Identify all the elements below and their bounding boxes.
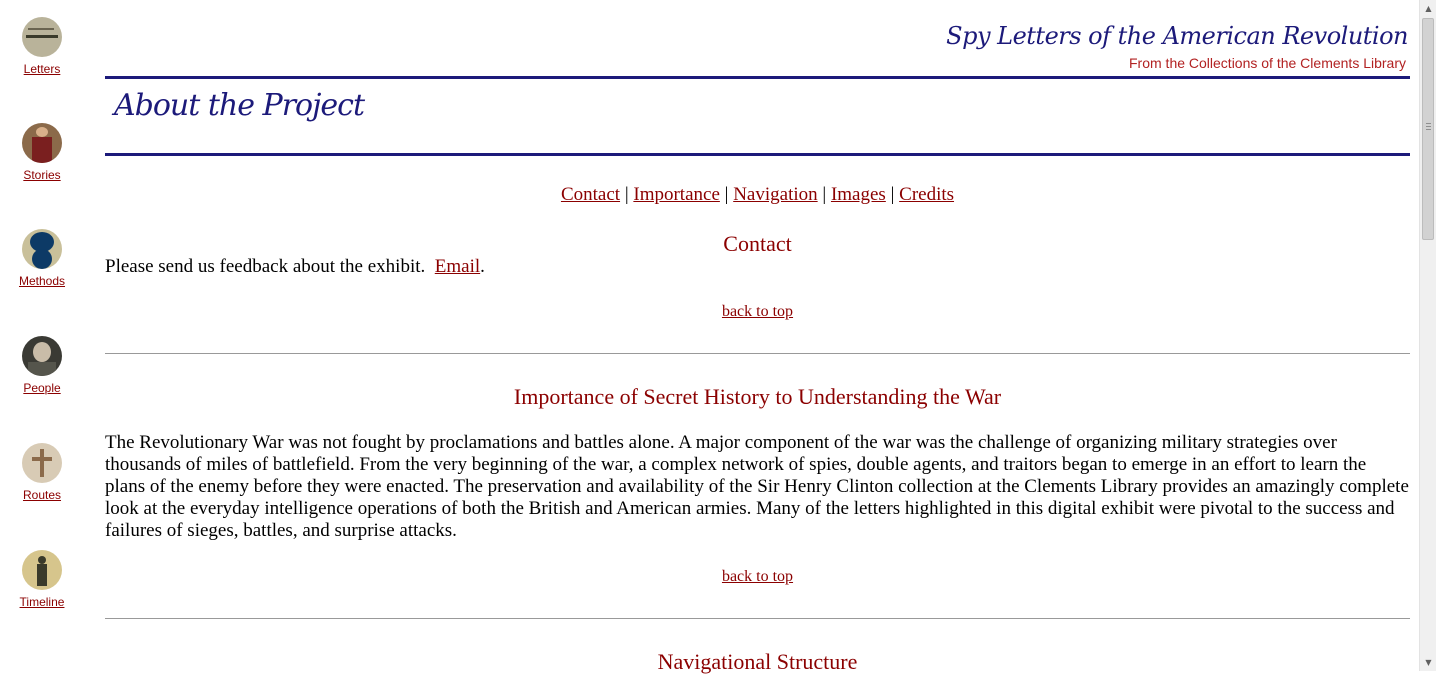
sidebar-item-letters[interactable]: Letters	[0, 17, 84, 76]
nav-link-importance[interactable]: Importance	[633, 184, 720, 205]
header-rule-bottom	[105, 153, 1410, 156]
sidebar-item-stories[interactable]: Stories	[0, 123, 84, 182]
back-to-top-1: back to top	[105, 303, 1410, 321]
importance-heading: Importance of Secret History to Understa…	[513, 384, 1002, 409]
grip-line	[1426, 123, 1431, 124]
sidebar-item-timeline[interactable]: Timeline	[0, 550, 84, 609]
nav-separator: |	[624, 184, 629, 205]
nav-separator: |	[822, 184, 827, 205]
nav-separator: |	[724, 184, 729, 205]
contact-paragraph: Please send us feedback about the exhibi…	[105, 256, 1410, 278]
banner-title[interactable]: Spy Letters of the American Revolution	[946, 22, 1408, 50]
timeline-thumbnail-icon[interactable]	[22, 550, 62, 590]
section-divider	[105, 618, 1410, 619]
section-divider	[105, 353, 1410, 354]
grip-line	[1426, 126, 1431, 127]
banner-subtitle: From the Collections of the Clements Lib…	[1129, 55, 1406, 71]
routes-thumbnail-icon[interactable]	[22, 443, 62, 483]
contact-text: Please send us feedback about the exhibi…	[105, 256, 426, 277]
vertical-scrollbar[interactable]: ▲ ▼	[1419, 0, 1436, 671]
page-title: About the Project	[114, 88, 365, 123]
contact-heading: Contact	[723, 231, 792, 256]
header-rule-top	[105, 76, 1410, 79]
grip-line	[1426, 129, 1431, 130]
site-banner[interactable]: Spy Letters of the American Revolution F…	[920, 12, 1412, 78]
back-to-top-link[interactable]: back to top	[722, 568, 793, 585]
stories-thumbnail-icon[interactable]	[22, 123, 62, 163]
email-link[interactable]: Email	[435, 256, 480, 277]
sidebar-link-stories[interactable]: Stories	[0, 168, 84, 182]
sidebar-link-timeline[interactable]: Timeline	[0, 595, 84, 609]
nav-link-contact[interactable]: Contact	[561, 184, 620, 205]
sidebar-link-methods[interactable]: Methods	[0, 274, 84, 288]
sidebar-link-letters[interactable]: Letters	[0, 62, 84, 76]
methods-thumbnail-icon[interactable]	[22, 229, 62, 269]
sidebar-link-routes[interactable]: Routes	[0, 488, 84, 502]
nav-link-navigation[interactable]: Navigation	[733, 184, 817, 205]
nav-link-credits[interactable]: Credits	[899, 184, 954, 205]
importance-paragraph: The Revolutionary War was not fought by …	[105, 432, 1409, 541]
scroll-up-arrow-icon[interactable]: ▲	[1420, 0, 1436, 17]
letters-thumbnail-icon[interactable]	[22, 17, 62, 57]
sidebar-link-people[interactable]: People	[0, 381, 84, 395]
section-nav: Contact | Importance | Navigation | Imag…	[105, 184, 1410, 206]
nav-link-images[interactable]: Images	[831, 184, 886, 205]
contact-link-suffix: .	[480, 256, 485, 277]
navigation-heading: Navigational Structure	[657, 649, 858, 674]
back-to-top-2: back to top	[105, 568, 1410, 586]
sidebar-item-people[interactable]: People	[0, 336, 84, 395]
sidebar-item-methods[interactable]: Methods	[0, 229, 84, 288]
back-to-top-link[interactable]: back to top	[722, 303, 793, 320]
people-thumbnail-icon[interactable]	[22, 336, 62, 376]
scroll-down-arrow-icon[interactable]: ▼	[1420, 654, 1436, 671]
sidebar-item-routes[interactable]: Routes	[0, 443, 84, 502]
scrollbar-thumb[interactable]	[1422, 18, 1434, 240]
nav-separator: |	[890, 184, 895, 205]
